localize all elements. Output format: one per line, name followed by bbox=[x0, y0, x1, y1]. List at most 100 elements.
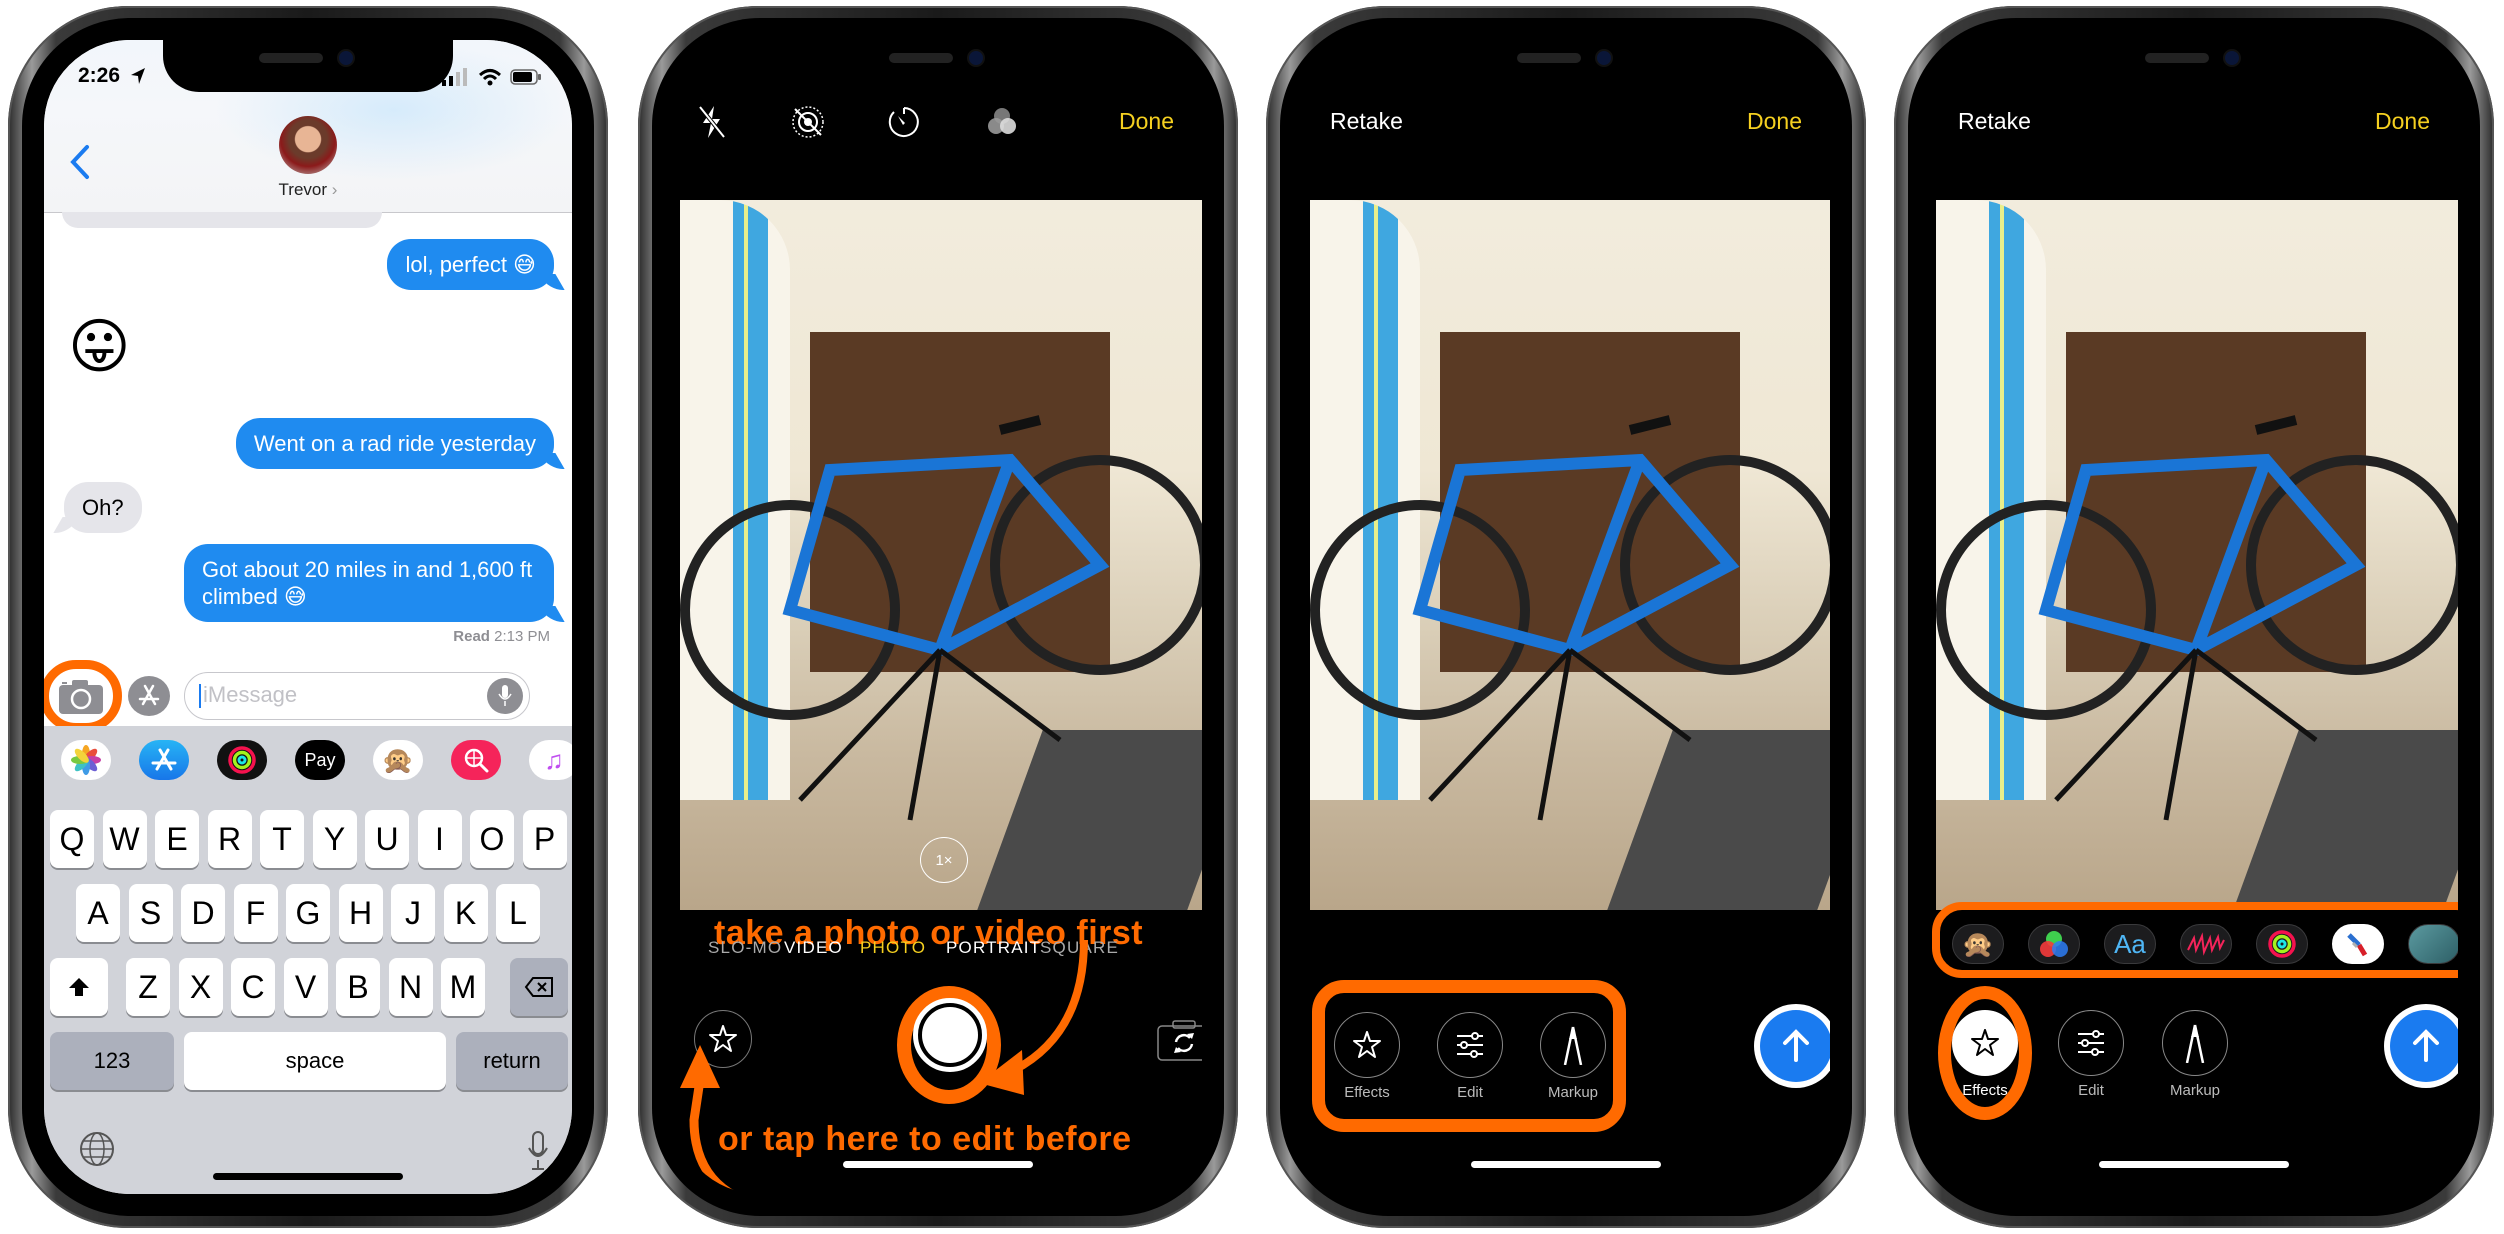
key-a[interactable]: A bbox=[76, 884, 120, 942]
retake-button[interactable]: Retake bbox=[1958, 108, 2031, 135]
key-v[interactable]: V bbox=[283, 958, 328, 1016]
retake-button[interactable]: Retake bbox=[1330, 108, 1403, 135]
numbers-key[interactable]: 123 bbox=[50, 1032, 174, 1090]
live-photo-button[interactable] bbox=[790, 104, 826, 140]
sticker-activity[interactable] bbox=[2256, 924, 2308, 964]
edit-button[interactable] bbox=[2058, 1010, 2124, 1076]
markup-button[interactable] bbox=[1540, 1012, 1606, 1078]
app-strip-app-store[interactable] bbox=[139, 740, 189, 780]
contact-name-button[interactable]: Trevor › bbox=[44, 180, 572, 200]
effects-star-icon bbox=[1353, 1031, 1381, 1058]
key-f[interactable]: F bbox=[233, 884, 278, 942]
key-g[interactable]: G bbox=[286, 884, 330, 942]
message-bubble-incoming[interactable]: Oh? bbox=[64, 482, 142, 533]
globe-button[interactable] bbox=[78, 1130, 116, 1173]
markup-button[interactable] bbox=[2162, 1010, 2228, 1076]
message-bubble-outgoing[interactable]: Got about 20 miles in and 1,600 ft climb… bbox=[184, 544, 554, 622]
key-b[interactable]: B bbox=[336, 958, 380, 1016]
send-button[interactable] bbox=[1760, 1010, 1830, 1082]
sliders-icon bbox=[2078, 1030, 2104, 1056]
dictation-key[interactable] bbox=[526, 1130, 550, 1177]
app-store-button[interactable] bbox=[128, 676, 170, 716]
effects-button-selected[interactable] bbox=[1952, 1010, 2018, 1076]
effects-star-icon bbox=[1971, 1029, 1999, 1056]
phone-photo-review: Retake Done Effects Edit Markup bbox=[1266, 6, 1866, 1228]
app-strip-activity[interactable] bbox=[217, 740, 267, 780]
key-p[interactable]: P bbox=[522, 810, 567, 868]
key-x[interactable]: X bbox=[178, 958, 223, 1016]
key-r[interactable]: R bbox=[207, 810, 252, 868]
key-w[interactable]: W bbox=[102, 810, 147, 868]
avatar[interactable] bbox=[279, 116, 337, 174]
key-e[interactable]: E bbox=[155, 810, 199, 868]
home-indicator[interactable] bbox=[843, 1161, 1033, 1168]
home-indicator[interactable] bbox=[1471, 1161, 1661, 1168]
camera-mode-photo[interactable]: PHOTO bbox=[860, 938, 926, 958]
done-button[interactable]: Done bbox=[1119, 108, 1174, 135]
app-strip-apple-pay[interactable]: Pay bbox=[295, 740, 345, 780]
emoji-message[interactable]: 😛 bbox=[68, 314, 131, 380]
sticker-animoji[interactable]: 🙊 bbox=[1952, 924, 2004, 964]
flash-off-button[interactable] bbox=[697, 104, 727, 140]
key-j[interactable]: J bbox=[391, 884, 435, 942]
key-l[interactable]: L bbox=[496, 884, 540, 942]
sticker-text[interactable]: Aa bbox=[2104, 924, 2156, 964]
app-strip: Pay 🙊 ♫ bbox=[44, 726, 572, 796]
sticker-american-airlines[interactable] bbox=[2332, 924, 2384, 964]
key-y[interactable]: Y bbox=[312, 810, 357, 868]
key-i[interactable]: I bbox=[417, 810, 462, 868]
key-q[interactable]: Q bbox=[50, 810, 94, 868]
sticker-shapes[interactable] bbox=[2180, 924, 2232, 964]
message-bubble-outgoing[interactable]: lol, perfect 😅 bbox=[387, 239, 554, 290]
key-k[interactable]: K bbox=[443, 884, 488, 942]
app-strip-animoji[interactable]: 🙊 bbox=[373, 740, 423, 780]
effects-star-icon bbox=[709, 1025, 737, 1052]
camera-button[interactable] bbox=[58, 677, 104, 715]
key-s[interactable]: S bbox=[128, 884, 173, 942]
camera-viewfinder[interactable]: 1× bbox=[680, 200, 1202, 910]
zoom-toggle[interactable]: 1× bbox=[920, 837, 968, 883]
arrow-up-icon bbox=[2413, 1029, 2439, 1062]
shift-key[interactable] bbox=[50, 958, 108, 1016]
key-t[interactable]: T bbox=[260, 810, 304, 868]
space-key[interactable]: space bbox=[184, 1032, 446, 1090]
filters-button[interactable] bbox=[984, 104, 1020, 140]
shutter-button[interactable] bbox=[913, 998, 987, 1072]
delete-key[interactable] bbox=[510, 958, 568, 1016]
effects-button[interactable] bbox=[1334, 1012, 1400, 1078]
camera-mode-square[interactable]: SQUARE bbox=[1040, 938, 1119, 958]
app-strip-photos[interactable] bbox=[61, 740, 111, 780]
key-h[interactable]: H bbox=[338, 884, 383, 942]
app-strip-images[interactable] bbox=[451, 740, 501, 780]
back-button[interactable] bbox=[69, 144, 91, 180]
key-z[interactable]: Z bbox=[126, 958, 170, 1016]
sticker-whale[interactable] bbox=[2408, 924, 2458, 964]
camera-mode-video[interactable]: VIDEO bbox=[784, 938, 843, 958]
return-key[interactable]: return bbox=[456, 1032, 568, 1090]
app-strip-music[interactable]: ♫ bbox=[529, 740, 572, 780]
camera-mode-portrait[interactable]: PORTRAIT bbox=[946, 938, 1041, 958]
home-indicator[interactable] bbox=[2099, 1161, 2289, 1168]
message-bubble-outgoing[interactable]: Went on a rad ride yesterday bbox=[235, 418, 554, 469]
done-button[interactable]: Done bbox=[1747, 108, 1802, 135]
key-u[interactable]: U bbox=[365, 810, 409, 868]
key-n[interactable]: N bbox=[388, 958, 433, 1016]
flip-camera-button[interactable] bbox=[1156, 1018, 1202, 1062]
edit-button[interactable] bbox=[1437, 1012, 1503, 1078]
message-input[interactable]: iMessage bbox=[184, 672, 530, 720]
home-indicator[interactable] bbox=[213, 1173, 403, 1180]
read-label: Read bbox=[453, 628, 490, 645]
done-button[interactable]: Done bbox=[2375, 108, 2430, 135]
wifi-icon bbox=[478, 69, 502, 86]
key-m[interactable]: M bbox=[441, 958, 485, 1016]
dictation-button[interactable] bbox=[487, 678, 523, 714]
camera-mode-slo-mo[interactable]: SLO-MO bbox=[708, 938, 782, 958]
timer-button[interactable] bbox=[886, 104, 922, 140]
send-button[interactable] bbox=[2390, 1010, 2458, 1082]
live-photo-off-icon bbox=[792, 106, 824, 138]
key-o[interactable]: O bbox=[470, 810, 514, 868]
effects-button[interactable] bbox=[694, 1010, 752, 1068]
sticker-filters[interactable] bbox=[2028, 924, 2080, 964]
key-d[interactable]: D bbox=[181, 884, 225, 942]
key-c[interactable]: C bbox=[231, 958, 275, 1016]
